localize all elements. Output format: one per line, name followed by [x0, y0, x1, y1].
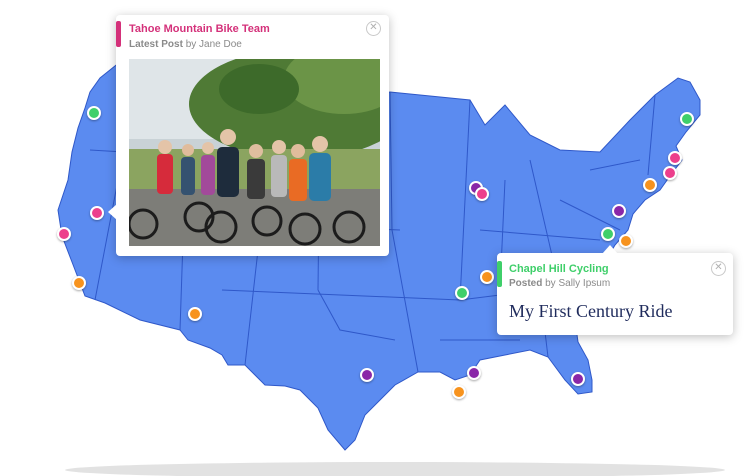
map-marker-st-louis[interactable]	[480, 270, 494, 284]
map-shadow	[65, 462, 725, 476]
chapel-team-name[interactable]: Chapel Hill Cycling	[509, 263, 609, 275]
map-marker-nashville[interactable]	[455, 286, 469, 300]
tahoe-post-label: Latest Post	[129, 39, 183, 50]
map-marker-philadelphia[interactable]	[643, 178, 657, 192]
map-marker-chicago-2[interactable]	[475, 187, 489, 201]
map-marker-providence[interactable]	[668, 151, 682, 165]
tahoe-team-name[interactable]: Tahoe Mountain Bike Team	[129, 23, 270, 35]
chapel-popup-pointer	[602, 245, 618, 254]
chapel-post-label: Posted	[509, 278, 543, 289]
map-marker-los-angeles[interactable]	[72, 276, 86, 290]
chapel-post-meta: Posted by Sally Ipsum	[509, 278, 610, 289]
chapel-post-title[interactable]: My First Century Ride	[509, 301, 673, 322]
map-marker-dallas[interactable]	[360, 368, 374, 382]
map-marker-new-orleans-2[interactable]	[452, 385, 466, 399]
tahoe-post-author: by Jane Doe	[185, 39, 242, 50]
map-marker-chapel-hill[interactable]	[601, 227, 615, 241]
map-marker-new-orleans-1[interactable]	[467, 366, 481, 380]
map-marker-maine[interactable]	[680, 112, 694, 126]
group-cycling-photo[interactable]	[129, 59, 380, 246]
map-marker-washington-dc[interactable]	[612, 204, 626, 218]
map-marker-san-francisco[interactable]	[57, 227, 71, 241]
map-marker-orlando[interactable]	[571, 372, 585, 386]
tahoe-popup-accent	[116, 21, 121, 47]
chapel-popup-accent	[497, 261, 502, 287]
chapel-hill-popup: Chapel Hill Cycling Posted by Sally Ipsu…	[497, 253, 733, 335]
tahoe-popup: Tahoe Mountain Bike Team Latest Post by …	[116, 15, 389, 256]
map-marker-tahoe[interactable]	[90, 206, 104, 220]
map-marker-phoenix[interactable]	[188, 307, 202, 321]
map-marker-new-york[interactable]	[663, 166, 677, 180]
tahoe-close-icon[interactable]: ✕	[366, 21, 381, 36]
chapel-close-icon[interactable]: ✕	[711, 261, 726, 276]
tahoe-post-meta: Latest Post by Jane Doe	[129, 39, 242, 50]
chapel-post-author: by Sally Ipsum	[545, 278, 611, 289]
map-marker-seattle[interactable]	[87, 106, 101, 120]
tahoe-popup-pointer	[108, 204, 117, 220]
map-marker-norfolk[interactable]	[619, 234, 633, 248]
